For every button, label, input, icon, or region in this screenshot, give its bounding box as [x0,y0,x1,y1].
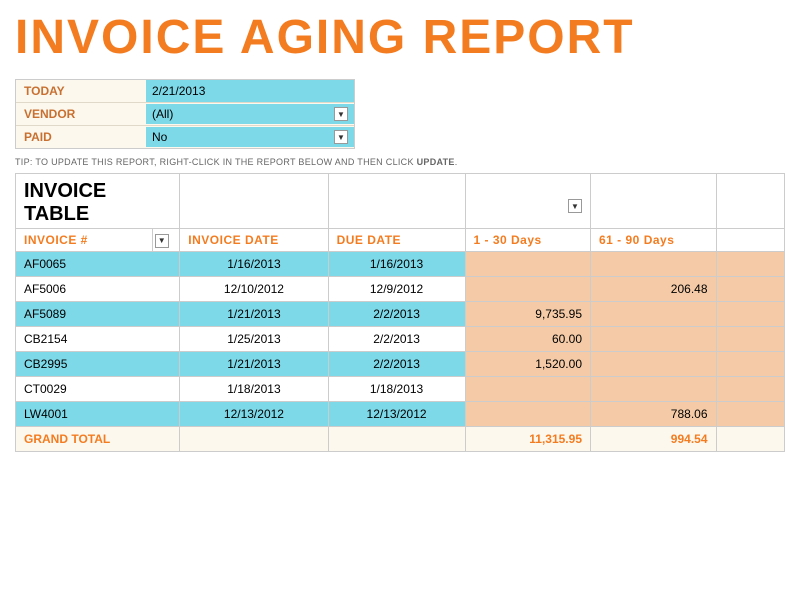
table-row: CB29951/21/20132/2/20131,520.00 [16,352,785,377]
grand-total-spacer2 [328,427,465,452]
days-90: 206.48 [591,277,717,302]
filter-paid-row: PAID No ▼ [16,126,354,148]
invoice-date: 1/21/2013 [180,352,328,377]
table-row: AF500612/10/201212/9/2012 206.48 [16,277,785,302]
paid-label: PAID [16,126,146,148]
due-date: 12/9/2012 [328,277,465,302]
col-90days-header: 61 - 90 Days [591,229,717,252]
table-row: AF50891/21/20132/2/20139,735.95 [16,302,785,327]
table-section-title: INVOICE TABLE [16,174,180,229]
vendor-dropdown-arrow[interactable]: ▼ [334,107,348,121]
due-date: 2/2/2013 [328,352,465,377]
days-30 [465,277,591,302]
extra [716,327,785,352]
days-30: 1,520.00 [465,352,591,377]
grand-total-extra [716,427,785,452]
days-90 [591,252,717,277]
table-row: CB21541/25/20132/2/201360.00 [16,327,785,352]
filter-vendor-row: VENDOR (All) ▼ [16,103,354,126]
table-row: CT00291/18/20131/18/2013 [16,377,785,402]
invoice-table: INVOICE TABLE ▼ INVOICE # ▼ INVOICE DATE… [15,173,785,452]
table-title-row: INVOICE TABLE ▼ [16,174,785,229]
days-30 [465,252,591,277]
col-invoice-date-header: INVOICE DATE [180,229,328,252]
col-invoice-header: INVOICE # [16,229,153,252]
invoice-num: AF5089 [16,302,180,327]
invoice-num: CB2995 [16,352,180,377]
invoice-num: LW4001 [16,402,180,427]
days-90 [591,377,717,402]
invoice-num: AF5006 [16,277,180,302]
grand-total-spacer1 [180,427,328,452]
invoice-date: 1/18/2013 [180,377,328,402]
grand-total-30days: 11,315.95 [465,427,591,452]
invoice-date: 1/16/2013 [180,252,328,277]
page-title: INVOICE AGING REPORT [15,10,785,65]
vendor-value: (All) [152,107,334,121]
table-title-spacer3 [591,174,717,229]
invoice-date: 12/13/2012 [180,402,328,427]
today-label: TODAY [16,80,146,102]
extra [716,352,785,377]
table-title-spacer1 [180,174,328,229]
column-header-row: INVOICE # ▼ INVOICE DATE DUE DATE 1 - 30… [16,229,785,252]
table-filter-dropdown[interactable]: ▼ [568,199,582,213]
invoice-num: CB2154 [16,327,180,352]
due-date: 2/2/2013 [328,327,465,352]
invoice-dropdown-cell[interactable]: ▼ [152,229,179,252]
grand-total-90days: 994.54 [591,427,717,452]
due-date: 1/16/2013 [328,252,465,277]
due-date: 12/13/2012 [328,402,465,427]
invoice-num: AF0065 [16,252,180,277]
due-date: 2/2/2013 [328,302,465,327]
days-90: 788.06 [591,402,717,427]
days-30 [465,402,591,427]
extra [716,277,785,302]
grand-total-row: GRAND TOTAL 11,315.95 994.54 [16,427,785,452]
table-title-dropdown-cell[interactable]: ▼ [465,174,591,229]
paid-dropdown-arrow[interactable]: ▼ [334,130,348,144]
paid-select[interactable]: No ▼ [146,127,354,147]
table-title-spacer4 [716,174,785,229]
invoice-date: 1/25/2013 [180,327,328,352]
extra [716,377,785,402]
invoice-sort-arrow[interactable]: ▼ [155,234,169,248]
days-30: 60.00 [465,327,591,352]
days-90 [591,352,717,377]
invoice-date: 1/21/2013 [180,302,328,327]
vendor-select[interactable]: (All) ▼ [146,104,354,124]
days-90 [591,302,717,327]
invoice-date: 12/10/2012 [180,277,328,302]
table-title-spacer2 [328,174,465,229]
extra [716,402,785,427]
today-value: 2/21/2013 [146,80,354,102]
col-30days-header: 1 - 30 Days [465,229,591,252]
due-date: 1/18/2013 [328,377,465,402]
invoice-num: CT0029 [16,377,180,402]
filter-today-row: TODAY 2/21/2013 [16,80,354,103]
days-30 [465,377,591,402]
table-row: LW400112/13/201212/13/2012788.06 [16,402,785,427]
extra [716,252,785,277]
days-90 [591,327,717,352]
tip-text: TIP: TO UPDATE THIS REPORT, RIGHT-CLICK … [15,157,785,167]
paid-value: No [152,130,334,144]
table-row: AF00651/16/20131/16/2013 [16,252,785,277]
filter-section: TODAY 2/21/2013 VENDOR (All) ▼ PAID No ▼ [15,79,355,149]
grand-total-label: GRAND TOTAL [16,427,180,452]
col-due-date-header: DUE DATE [328,229,465,252]
days-30: 9,735.95 [465,302,591,327]
vendor-label: VENDOR [16,103,146,125]
col-extra-header [716,229,785,252]
extra [716,302,785,327]
